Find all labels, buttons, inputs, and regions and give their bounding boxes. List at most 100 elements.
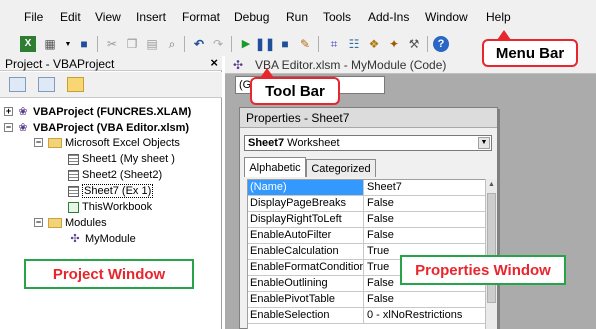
property-row[interactable]: DisplayPageBreaks False [248, 196, 485, 212]
property-value[interactable]: False [365, 196, 485, 211]
help-icon[interactable]: ? [433, 36, 449, 52]
toolbar-separator [184, 36, 185, 52]
menu-bar-callout: Menu Bar [482, 39, 578, 67]
callout-pointer [497, 30, 511, 40]
tree-item-sheet2[interactable]: Sheet2 (Sheet2) [68, 168, 162, 182]
scroll-up-arrow-icon[interactable]: ▲ [486, 179, 497, 191]
property-value[interactable]: False [365, 212, 485, 227]
project-window-label: Project Window [24, 259, 194, 289]
insert-userform-icon[interactable]: ▦ [42, 36, 58, 52]
tree-item-label: Microsoft Excel Objects [65, 137, 180, 149]
collapse-icon[interactable]: − [34, 138, 43, 147]
vbaproject-icon: ❀ [18, 122, 28, 134]
property-row[interactable]: (Name) Sheet7 [248, 180, 485, 196]
undo-icon[interactable]: ↶ [191, 36, 207, 52]
object-browser-icon[interactable]: ❖ [366, 36, 382, 52]
reset-icon[interactable]: ■ [277, 36, 293, 52]
property-name: EnablePivotTable [248, 292, 364, 307]
menu-run[interactable]: Run [286, 10, 308, 24]
properties-window-label: Properties Window [400, 255, 566, 285]
save-icon[interactable]: ■ [76, 36, 92, 52]
toggle-folders-icon[interactable] [67, 77, 84, 92]
menu-file[interactable]: File [24, 10, 43, 24]
sheet-icon [68, 185, 79, 197]
tree-item-sheet1[interactable]: Sheet1 (My sheet ) [68, 152, 175, 166]
paste-icon[interactable]: ▤ [144, 36, 160, 52]
collapse-icon[interactable]: − [34, 218, 43, 227]
tab-categorized[interactable]: Categorized [306, 159, 376, 177]
property-name: EnableFormatConditions [250, 260, 364, 275]
view-code-icon[interactable] [9, 77, 26, 92]
chevron-down-icon[interactable]: ▼ [478, 137, 490, 149]
code-window-title: VBA Editor.xlsm - MyModule (Code) [255, 58, 447, 72]
tree-item-label: Sheet7 (Ex 1) [82, 184, 154, 198]
tree-item-modules[interactable]: − Modules [34, 216, 107, 230]
copy-icon[interactable]: ❐ [124, 36, 140, 52]
properties-object-select[interactable]: Sheet7 Worksheet ▼ [244, 135, 492, 151]
menu-debug[interactable]: Debug [234, 10, 269, 24]
property-value[interactable]: 0 - xlNoRestrictions [365, 308, 485, 323]
properties-title-bar: Properties - Sheet7 [240, 108, 497, 128]
tools-icon[interactable]: ⚒ [406, 36, 422, 52]
property-name: EnableOutlining [248, 276, 364, 291]
property-value[interactable]: Sheet7 [365, 180, 485, 195]
property-row[interactable]: DisplayRightToLeft False [248, 212, 485, 228]
tree-item-label: Sheet2 (Sheet2) [82, 169, 163, 181]
cut-icon[interactable]: ✂ [104, 36, 120, 52]
tree-item-funcres[interactable]: + ❀ VBAProject (FUNCRES.XLAM) [4, 105, 191, 119]
find-icon[interactable]: ⌕ [164, 36, 180, 52]
menu-format[interactable]: Format [182, 10, 220, 24]
properties-scrollbar[interactable]: ▲ [485, 179, 497, 329]
tree-item-label: Sheet1 (My sheet ) [82, 153, 175, 165]
menu-tools[interactable]: Tools [323, 10, 351, 24]
tree-item-sheet7[interactable]: Sheet7 (Ex 1) [68, 184, 154, 198]
tree-item-mymodule[interactable]: ✣ MyModule [68, 232, 136, 246]
design-mode-icon[interactable]: ✎ [297, 36, 313, 52]
break-icon[interactable]: ❚❚ [255, 36, 275, 52]
tree-item-vba-editor[interactable]: − ❀ VBAProject (VBA Editor.xlsm) [4, 121, 189, 135]
menu-help[interactable]: Help [486, 10, 511, 24]
redo-icon[interactable]: ↷ [210, 36, 226, 52]
run-icon[interactable]: ▶ [238, 36, 254, 52]
property-row[interactable]: EnableAutoFilter False [248, 228, 485, 244]
project-explorer-panel: Project - VBAProject × + ❀ VBAProject (F… [0, 55, 222, 329]
property-name: EnableSelection [248, 308, 364, 323]
insert-dropdown-chevron-icon[interactable]: ▼ [60, 36, 76, 52]
menu-add-ins[interactable]: Add-Ins [368, 10, 409, 24]
menu-insert[interactable]: Insert [136, 10, 166, 24]
project-panel-title: Project - VBAProject [5, 57, 115, 71]
sheet-icon [68, 169, 79, 181]
property-row[interactable]: EnableSelection 0 - xlNoRestrictions [248, 308, 485, 324]
tree-item-label: Modules [65, 217, 107, 229]
property-name: EnableAutoFilter [248, 228, 364, 243]
view-object-icon[interactable] [38, 77, 55, 92]
property-name: EnableCalculation [248, 244, 364, 259]
project-explorer-icon[interactable]: ⌗ [326, 36, 342, 52]
object-type: Worksheet [287, 137, 340, 149]
properties-window-icon[interactable]: ☷ [346, 36, 362, 52]
tree-item-excel-objects[interactable]: − Microsoft Excel Objects [34, 136, 180, 150]
tree-item-label: MyModule [85, 233, 136, 245]
property-value[interactable]: False [365, 228, 485, 243]
module-icon: ✣ [233, 58, 244, 72]
collapse-icon[interactable]: − [4, 123, 13, 132]
menu-bar: File Edit View Insert Format Debug Run T… [0, 0, 596, 32]
menu-window[interactable]: Window [425, 10, 468, 24]
module-icon: ✣ [70, 233, 80, 245]
property-name: DisplayRightToLeft [248, 212, 364, 227]
vbaproject-icon: ❀ [18, 106, 28, 118]
toolbar-separator [97, 36, 98, 52]
close-icon[interactable]: × [210, 55, 218, 70]
expand-icon[interactable]: + [4, 107, 13, 116]
tab-alphabetic[interactable]: Alphabetic [244, 157, 306, 177]
property-value[interactable]: False [365, 292, 485, 307]
excel-view-icon[interactable]: X [20, 36, 36, 52]
properties-title: Properties - Sheet7 [246, 111, 350, 125]
menu-edit[interactable]: Edit [60, 10, 81, 24]
property-row[interactable]: EnablePivotTable False [248, 292, 485, 308]
scroll-thumb[interactable] [487, 193, 496, 303]
menu-view[interactable]: View [95, 10, 121, 24]
toolbox-icon[interactable]: ✦ [386, 36, 402, 52]
property-name: DisplayPageBreaks [248, 196, 364, 211]
tree-item-thisworkbook[interactable]: ThisWorkbook [68, 200, 152, 214]
